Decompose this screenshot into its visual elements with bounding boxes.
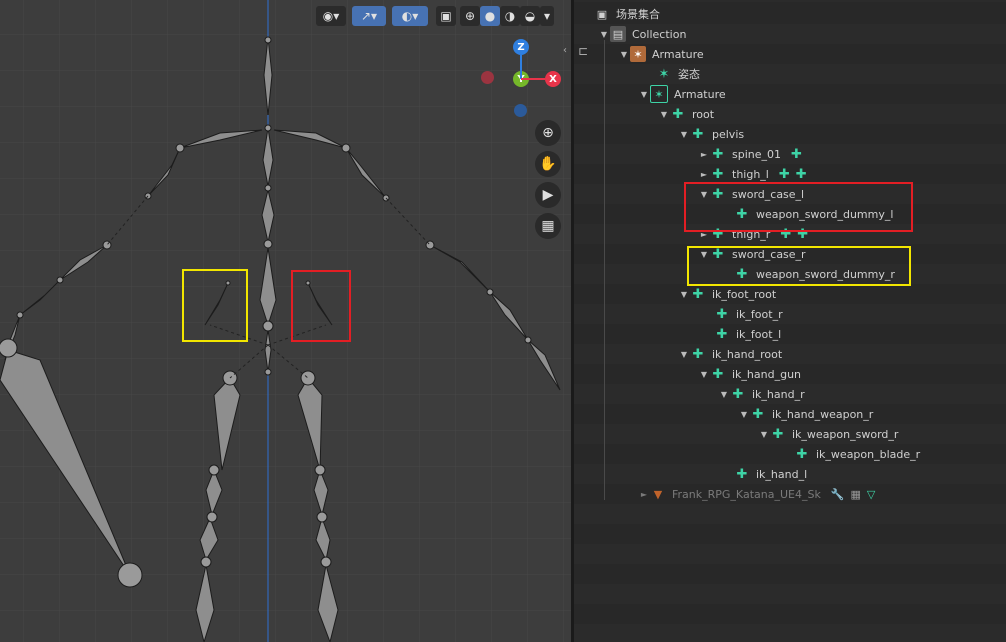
outliner-row-bone-spine01[interactable]: ► ✚ spine_01 ✚: [698, 144, 802, 164]
collection-icon: ▤: [610, 26, 626, 42]
highlight-box-yellow: [182, 269, 248, 342]
row-label: Collection: [632, 27, 687, 41]
bone-icon: ✚: [712, 166, 724, 182]
outliner-row-bone-ik-hand-r[interactable]: ▼ ✚ ik_hand_r: [718, 384, 805, 404]
outliner-row-bone-ik-hand-root[interactable]: ▼ ✚ ik_hand_root: [678, 344, 782, 364]
row-label: Frank_RPG_Katana_UE4_Sk: [672, 487, 821, 501]
row-label: ik_hand_gun: [732, 367, 802, 381]
camera-view-button[interactable]: ▶: [535, 182, 561, 208]
hand-icon: ✋: [539, 156, 557, 172]
expand-arrow-icon[interactable]: ▼: [658, 110, 670, 119]
zoom-icon: ⊕: [542, 125, 554, 141]
highlight-box-red: [291, 270, 351, 342]
row-label: Armature: [652, 47, 704, 61]
bone-icon: ✚: [672, 106, 684, 122]
expand-arrow-icon[interactable]: ▼: [678, 130, 690, 139]
row-label: pelvis: [712, 127, 745, 141]
bone-icon: ✚: [712, 366, 724, 382]
bone-icon: ✚: [692, 126, 704, 142]
child-bone-icon: ✚: [778, 166, 790, 182]
bone-icon: ✚: [716, 306, 728, 322]
row-label: ik_weapon_blade_r: [816, 447, 921, 461]
bone-icon: ✚: [736, 466, 748, 482]
outliner-row-mesh-object[interactable]: ► ▼ Frank_RPG_Katana_UE4_Sk 🔧 ▦ ▽: [638, 484, 875, 504]
expand-arrow-icon[interactable]: ▼: [738, 410, 750, 419]
sidebar-toggle[interactable]: ‹: [563, 45, 567, 56]
expand-arrow-icon[interactable]: ►: [698, 170, 710, 179]
expand-arrow-icon[interactable]: ▼: [618, 50, 630, 59]
zoom-button[interactable]: ⊕: [535, 120, 561, 146]
row-label: root: [692, 107, 715, 121]
row-label: ik_hand_root: [712, 347, 783, 361]
outliner-row-scene-collection[interactable]: ▣ 场景集合: [594, 4, 660, 24]
row-label: ik_foot_root: [712, 287, 777, 301]
3d-viewport[interactable]: ◉▾ ↗▾ ◐▾ ▣ ⊕ ● ◑ ◒ ▾ Z Y X ⊕ ✋ ▶ ▦ ‹: [0, 0, 571, 642]
outliner-row-bone-root[interactable]: ▼ ✚ root: [658, 104, 714, 124]
row-label: 姿态: [678, 68, 700, 81]
child-bone-icon: ✚: [795, 166, 807, 182]
bone-icon: ✚: [692, 346, 704, 362]
expand-arrow-icon[interactable]: ►: [638, 490, 650, 499]
collection-box-icon: ▣: [596, 7, 608, 21]
outliner-row-bone-thigh-l[interactable]: ► ✚ thigh_l ✚ ✚: [698, 164, 807, 184]
outliner-row-bone-ik-weapon-sword-r[interactable]: ▼ ✚ ik_weapon_sword_r: [758, 424, 899, 444]
outliner-row-armature-data[interactable]: ▼ ✶ Armature: [638, 84, 726, 104]
expand-arrow-icon[interactable]: ►: [698, 150, 710, 159]
outliner-row-bone-ik-hand-gun[interactable]: ▼ ✚ ik_hand_gun: [698, 364, 801, 384]
row-label: spine_01: [732, 147, 782, 161]
armature-data-icon: ✶: [650, 85, 668, 103]
bone-icon: ✚: [712, 146, 724, 162]
gizmo-lines: [520, 55, 545, 80]
expand-arrow-icon[interactable]: ▼: [678, 350, 690, 359]
bone-icon: ✚: [752, 406, 764, 422]
bone-icon: ✚: [692, 286, 704, 302]
outliner-highlight-yellow: [687, 246, 911, 286]
expand-arrow-icon[interactable]: ▼: [678, 290, 690, 299]
outliner-row-bone-ik-weapon-blade-r[interactable]: ✚ ik_weapon_blade_r: [794, 444, 921, 464]
bone-icon: ✚: [772, 426, 784, 442]
outliner-row-collection[interactable]: ▼ ▤ Collection: [598, 24, 686, 44]
outliner-row-bone-ik-foot-l[interactable]: ✚ ik_foot_l: [714, 324, 782, 344]
filter-icon[interactable]: ⊏: [578, 44, 588, 58]
outliner-row-pose[interactable]: ✶ 姿态: [656, 64, 700, 84]
mesh-data-icon: ▽: [866, 487, 876, 501]
outliner-row-bone-pelvis[interactable]: ▼ ✚ pelvis: [678, 124, 744, 144]
wrench-icon: 🔧: [830, 487, 845, 501]
row-label: thigh_l: [732, 167, 769, 181]
mesh-object-icon: ▼: [653, 487, 663, 501]
expand-arrow-icon[interactable]: ▼: [718, 390, 730, 399]
armature-object-icon: ✶: [630, 46, 646, 62]
outliner-highlight-red: [684, 182, 913, 232]
expand-arrow-icon[interactable]: ▼: [598, 30, 610, 39]
outliner-row-armature-object[interactable]: ▼ ✶ Armature: [618, 44, 704, 64]
row-label: ik_hand_r: [752, 387, 805, 401]
row-label: ik_weapon_sword_r: [792, 427, 899, 441]
grid-icon: ▦: [541, 218, 555, 234]
row-label: ik_hand_l: [756, 467, 808, 481]
bone-icon: ✚: [716, 326, 728, 342]
row-label: Armature: [674, 87, 726, 101]
pose-icon: ✶: [658, 66, 670, 82]
pan-button[interactable]: ✋: [535, 151, 561, 177]
expand-arrow-icon[interactable]: ▼: [758, 430, 770, 439]
outliner-row-bone-ik-foot-r[interactable]: ✚ ik_foot_r: [714, 304, 783, 324]
vertex-groups-icon: ▦: [850, 487, 861, 501]
bone-icon: ✚: [732, 386, 744, 402]
row-label: ik_hand_weapon_r: [772, 407, 874, 421]
row-label: 场景集合: [616, 8, 660, 21]
expand-arrow-icon[interactable]: ▼: [698, 370, 710, 379]
camera-icon: ▶: [542, 187, 554, 203]
outliner-panel[interactable]: ⊏ ▣ 场景集合 ▼ ▤ Collection ▼ ✶ Armature ✶ 姿…: [574, 0, 1006, 642]
outliner-row-bone-ik-foot-root[interactable]: ▼ ✚ ik_foot_root: [678, 284, 776, 304]
ortho-toggle-button[interactable]: ▦: [535, 213, 561, 239]
child-bone-icon: ✚: [791, 146, 802, 162]
outliner-row-bone-ik-hand-weapon-r[interactable]: ▼ ✚ ik_hand_weapon_r: [738, 404, 873, 424]
row-label: ik_foot_l: [736, 327, 782, 341]
outliner-row-bone-ik-hand-l[interactable]: ✚ ik_hand_l: [734, 464, 808, 484]
expand-arrow-icon[interactable]: ▼: [638, 90, 650, 99]
bone-icon: ✚: [796, 446, 808, 462]
row-label: ik_foot_r: [736, 307, 783, 321]
